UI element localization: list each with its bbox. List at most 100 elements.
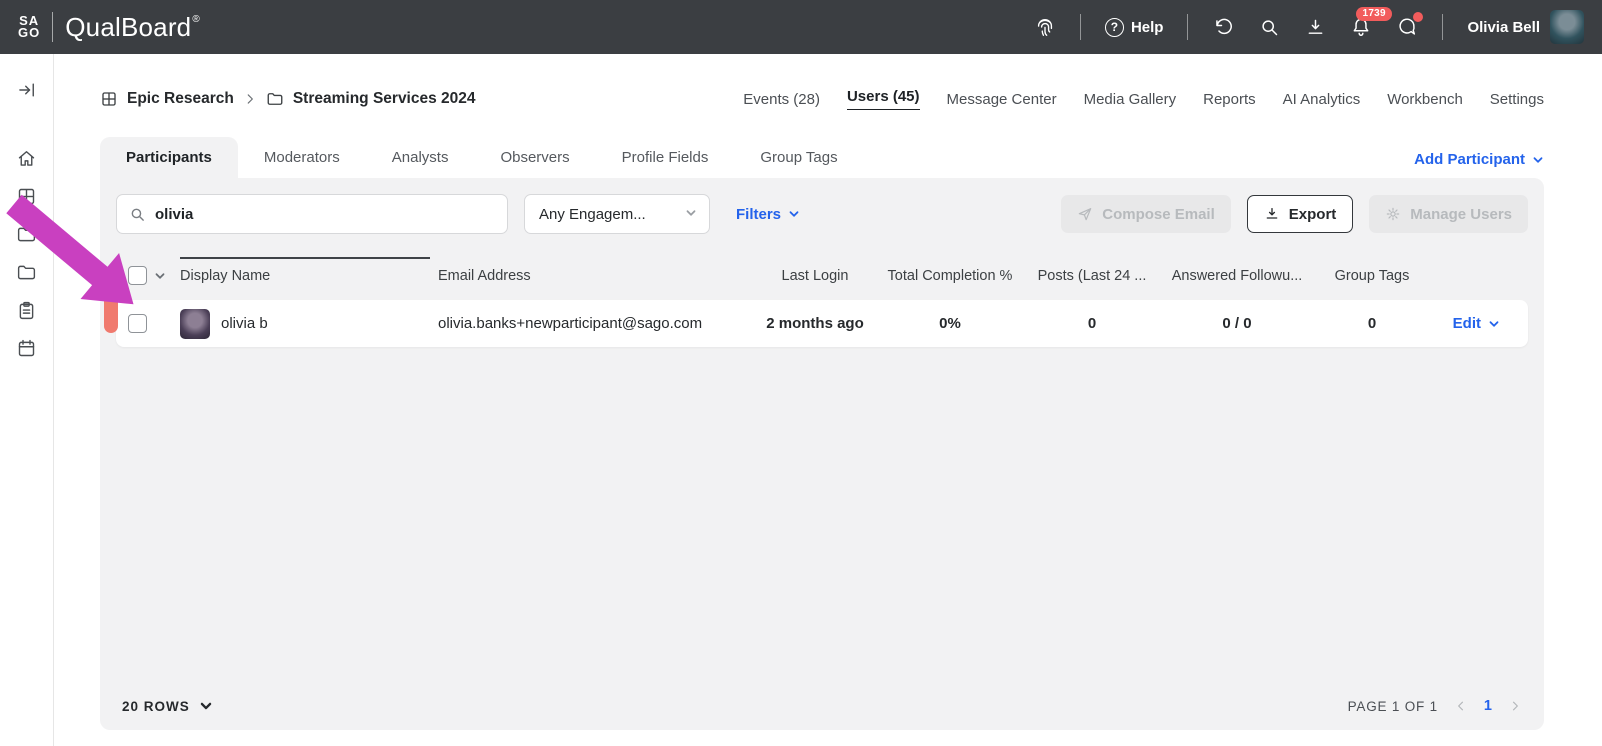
- tab-group-tags[interactable]: Group Tags: [734, 137, 863, 178]
- brand-registered-mark: ®: [192, 13, 200, 25]
- breadcrumb: Epic Research Streaming Services 2024: [100, 90, 476, 108]
- brand-name: QualBoard ®: [65, 12, 200, 43]
- last-login-cell: 2 months ago: [766, 315, 864, 332]
- column-header-answered[interactable]: Answered Followu...: [1158, 268, 1316, 284]
- participant-name[interactable]: olivia b: [221, 315, 268, 332]
- project-nav: Events (28) Users (45) Message Center Me…: [743, 88, 1544, 110]
- next-page-icon[interactable]: [1508, 699, 1522, 713]
- chevron-down-icon: [1489, 320, 1499, 327]
- answered-cell: 0 / 0: [1222, 315, 1252, 332]
- column-header-display-name[interactable]: Display Name: [180, 256, 438, 284]
- rows-per-page-select[interactable]: 20 ROWS: [122, 699, 213, 714]
- add-participant-button[interactable]: Add Participant: [1414, 151, 1544, 178]
- help-label: Help: [1130, 18, 1164, 36]
- filters-label: Filters: [736, 205, 782, 223]
- edit-button[interactable]: Edit: [1428, 315, 1528, 332]
- column-header-group-tags[interactable]: Group Tags: [1316, 268, 1428, 284]
- sidebar-home-icon[interactable]: [9, 140, 45, 176]
- sidebar-calendar-icon[interactable]: [9, 330, 45, 366]
- table-row[interactable]: olivia b olivia.banks+newparticipant@sag…: [116, 300, 1528, 347]
- sidebar-expand-icon[interactable]: [9, 72, 45, 108]
- download-icon[interactable]: [1304, 16, 1326, 38]
- folder-icon: [266, 90, 284, 108]
- search-input[interactable]: [155, 205, 495, 223]
- brand: SA GO QualBoard ®: [18, 12, 200, 43]
- compose-email-label: Compose Email: [1102, 205, 1215, 223]
- manage-users-button[interactable]: Manage Users: [1369, 195, 1528, 233]
- nav-media-gallery[interactable]: Media Gallery: [1084, 91, 1177, 108]
- help-button[interactable]: ? Help: [1104, 17, 1164, 37]
- undo-icon[interactable]: [1212, 16, 1234, 38]
- pagination: PAGE 1 OF 1 1: [1348, 698, 1522, 714]
- brand-divider: [52, 12, 54, 42]
- search-icon[interactable]: [1258, 16, 1280, 38]
- column-header-email[interactable]: Email Address: [438, 268, 756, 284]
- topbar-separator: [1187, 14, 1189, 40]
- participant-avatar: [180, 308, 210, 339]
- breadcrumb-project[interactable]: Epic Research: [127, 90, 234, 108]
- search-icon: [131, 208, 144, 221]
- user-menu[interactable]: Olivia Bell: [1467, 10, 1584, 44]
- group-tags-cell: 0: [1367, 315, 1377, 332]
- engagement-filter-select[interactable]: Any Engagem...: [524, 194, 710, 234]
- posts-cell: 0: [1087, 315, 1097, 332]
- download-icon: [1266, 208, 1278, 219]
- chevron-right-icon: [243, 92, 257, 106]
- tab-bar: Participants Moderators Analysts Observe…: [100, 134, 1544, 178]
- email-cell: olivia.banks+newparticipant@sago.com: [438, 315, 703, 332]
- breadcrumb-folder[interactable]: Streaming Services 2024: [293, 90, 476, 108]
- column-header-last-login[interactable]: Last Login: [756, 268, 874, 284]
- nav-workbench[interactable]: Workbench: [1387, 91, 1463, 108]
- search-box[interactable]: [116, 194, 508, 234]
- brand-text: QualBoard: [65, 11, 192, 42]
- sago-logo[interactable]: SA GO: [18, 14, 41, 40]
- select-menu-chevron-icon[interactable]: [154, 270, 166, 282]
- compose-email-button[interactable]: Compose Email: [1061, 195, 1231, 233]
- row-checkbox-cell: [116, 314, 180, 333]
- sidebar-events-icon[interactable]: [9, 292, 45, 328]
- tab-analysts[interactable]: Analysts: [366, 137, 475, 178]
- previous-page-icon[interactable]: [1454, 699, 1468, 713]
- nav-users[interactable]: Users (45): [846, 88, 920, 110]
- row-checkbox[interactable]: [128, 314, 147, 333]
- fingerprint-icon[interactable]: [1034, 16, 1056, 38]
- edit-label: Edit: [1452, 315, 1481, 332]
- sidebar-folder-2-icon[interactable]: [9, 254, 45, 290]
- select-all-checkbox[interactable]: [128, 266, 147, 285]
- breadcrumb-row: Epic Research Streaming Services 2024 Ev…: [100, 54, 1544, 112]
- tab-observers[interactable]: Observers: [474, 137, 595, 178]
- user-avatar[interactable]: [1550, 10, 1584, 44]
- topbar-actions: ? Help 1739 Olivia Bell: [1034, 7, 1584, 44]
- participants-toolbar: Any Engagem... Filters Compose Email: [116, 194, 1528, 234]
- column-header-posts[interactable]: Posts (Last 24 ...: [1026, 268, 1158, 284]
- chevron-down-icon: [685, 206, 697, 223]
- sidebar-folder-icon[interactable]: [9, 216, 45, 252]
- user-name: Olivia Bell: [1467, 18, 1540, 36]
- sidebar: [0, 54, 54, 746]
- chevron-down-icon: [1533, 156, 1543, 163]
- participants-panel: Any Engagem... Filters Compose Email: [100, 178, 1544, 730]
- table-header: Display Name Email Address Last Login To…: [116, 256, 1528, 294]
- messages-icon[interactable]: [1396, 12, 1424, 38]
- nav-events[interactable]: Events (28): [743, 91, 820, 108]
- notification-count-badge: 1739: [1356, 7, 1392, 21]
- help-icon: ?: [1104, 17, 1124, 37]
- tab-participants[interactable]: Participants: [100, 137, 238, 178]
- tab-profile-fields[interactable]: Profile Fields: [596, 137, 735, 178]
- sago-logo-line2: GO: [18, 25, 41, 40]
- nav-reports[interactable]: Reports: [1203, 91, 1256, 108]
- paper-plane-icon: [1078, 208, 1092, 221]
- add-participant-label: Add Participant: [1414, 151, 1525, 168]
- filters-button[interactable]: Filters: [736, 206, 800, 223]
- tab-moderators[interactable]: Moderators: [238, 137, 366, 178]
- completion-cell: 0%: [939, 315, 961, 332]
- manage-users-label: Manage Users: [1410, 205, 1512, 223]
- nav-message-center[interactable]: Message Center: [947, 91, 1057, 108]
- sidebar-projects-icon[interactable]: [9, 178, 45, 214]
- nav-ai-analytics[interactable]: AI Analytics: [1283, 91, 1361, 108]
- notifications-bell-icon[interactable]: 1739: [1350, 7, 1392, 38]
- nav-settings[interactable]: Settings: [1490, 91, 1544, 108]
- column-header-completion[interactable]: Total Completion %: [874, 268, 1026, 284]
- page-number-button[interactable]: 1: [1484, 698, 1492, 714]
- export-button[interactable]: Export: [1246, 195, 1354, 233]
